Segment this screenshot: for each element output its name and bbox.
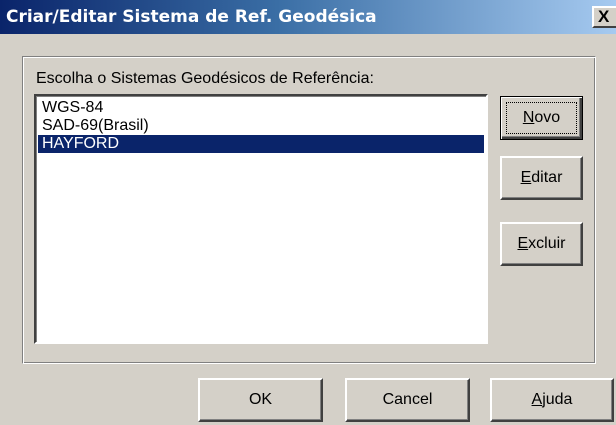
excluir-button[interactable]: Excluir xyxy=(500,222,583,266)
geodetic-systems-list[interactable]: WGS-84 SAD-69(Brasil) HAYFORD xyxy=(34,94,488,344)
ok-button-label: OK xyxy=(248,391,273,408)
cancel-button-label: Cancel xyxy=(382,391,433,408)
list-item-hayford[interactable]: HAYFORD xyxy=(38,135,484,153)
group-label: Escolha o Sistemas Geodésicos de Referên… xyxy=(36,70,374,87)
ajuda-button[interactable]: Ajuda xyxy=(490,378,614,422)
window-title: Criar/Editar Sistema de Ref. Geodésica xyxy=(6,7,377,27)
novo-button[interactable]: Novo xyxy=(500,96,583,140)
list-item-wgs84[interactable]: WGS-84 xyxy=(38,99,484,117)
ajuda-button-label: Ajuda xyxy=(531,391,573,408)
close-button[interactable]: X xyxy=(592,6,616,28)
excluir-button-label: Excluir xyxy=(517,235,566,252)
ok-button[interactable]: OK xyxy=(198,378,323,422)
list-item-sad69[interactable]: SAD-69(Brasil) xyxy=(38,117,484,135)
close-icon: X xyxy=(598,7,610,26)
title-bar[interactable]: Criar/Editar Sistema de Ref. Geodésica X xyxy=(0,0,616,34)
editar-button-label: Editar xyxy=(520,169,563,186)
editar-button[interactable]: Editar xyxy=(500,156,583,200)
dialog-window: Criar/Editar Sistema de Ref. Geodésica X… xyxy=(0,0,616,425)
cancel-button[interactable]: Cancel xyxy=(345,378,470,422)
novo-button-label: Novo xyxy=(522,109,561,126)
